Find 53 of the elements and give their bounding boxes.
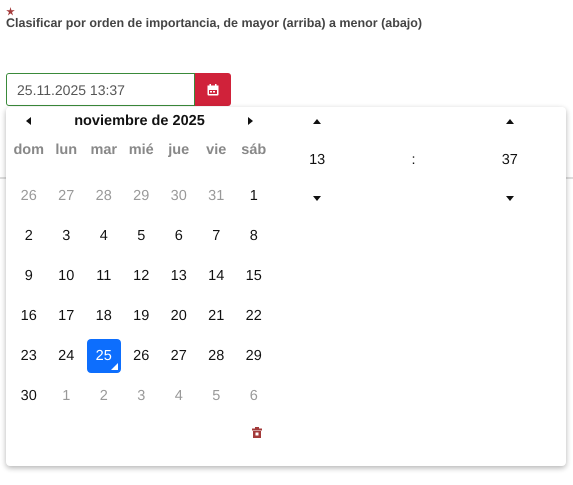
- month-title[interactable]: noviembre de 2025: [74, 113, 205, 129]
- weekday-header: vie: [205, 141, 228, 160]
- day-cell[interactable]: 28: [200, 339, 233, 373]
- day-cell[interactable]: 20: [162, 299, 196, 333]
- day-cell[interactable]: 4: [87, 219, 120, 253]
- time-separator: :: [411, 152, 416, 168]
- caret-down-icon: [506, 196, 514, 201]
- calendar-button[interactable]: [195, 73, 231, 106]
- day-cell[interactable]: 14: [200, 259, 233, 293]
- weekday-header: jue: [167, 141, 190, 160]
- day-cell[interactable]: 26: [124, 339, 158, 373]
- day-cell[interactable]: 16: [12, 299, 46, 333]
- trash-icon: [252, 427, 262, 438]
- day-cell[interactable]: 24: [50, 339, 83, 373]
- caret-up-icon: [506, 119, 514, 124]
- day-cell[interactable]: 22: [237, 299, 270, 333]
- day-cell[interactable]: 23: [12, 339, 46, 373]
- day-cell[interactable]: 8: [237, 219, 270, 253]
- day-cell[interactable]: 9: [12, 259, 46, 293]
- day-cell[interactable]: 12: [124, 259, 158, 293]
- day-cell[interactable]: 13: [162, 259, 196, 293]
- hour-value[interactable]: 13: [309, 152, 326, 168]
- day-cell[interactable]: 17: [50, 299, 83, 333]
- day-cell[interactable]: 2: [12, 219, 46, 253]
- day-cell[interactable]: 1: [237, 179, 270, 213]
- day-cell[interactable]: 18: [87, 299, 120, 333]
- day-cell[interactable]: 3: [50, 219, 83, 253]
- day-cell[interactable]: 7: [200, 219, 233, 253]
- caret-down-icon: [313, 196, 322, 201]
- minute-value[interactable]: 37: [502, 152, 518, 168]
- day-cell[interactable]: 27: [162, 339, 196, 373]
- date-time-field[interactable]: 25.11.2025 13:37: [6, 73, 195, 106]
- caret-left-icon: [26, 117, 31, 125]
- weekday-header: lun: [54, 141, 78, 160]
- day-cell[interactable]: 30: [12, 379, 46, 413]
- weekday-header: mié: [128, 141, 155, 160]
- day-cell[interactable]: 25: [87, 339, 120, 373]
- weekday-header: dom: [12, 141, 46, 160]
- field-label: Clasificar por orden de importancia, de mayor (arriba) a menor (abajo): [6, 16, 422, 30]
- day-cell[interactable]: 10: [50, 259, 83, 293]
- day-cell[interactable]: 5: [124, 219, 158, 253]
- day-cell[interactable]: 6: [162, 219, 196, 253]
- day-cell[interactable]: 29: [237, 339, 270, 373]
- caret-right-icon: [248, 117, 253, 125]
- weekday-header: mar: [89, 141, 118, 160]
- day-cell[interactable]: 15: [237, 259, 270, 293]
- caret-up-icon: [313, 119, 322, 124]
- day-cell[interactable]: 21: [200, 299, 233, 333]
- weekday-header: sáb: [240, 141, 268, 160]
- calendar-icon: [207, 84, 219, 96]
- day-cell[interactable]: 19: [124, 299, 158, 333]
- day-cell[interactable]: 11: [87, 259, 120, 293]
- clear-button[interactable]: [249, 424, 265, 441]
